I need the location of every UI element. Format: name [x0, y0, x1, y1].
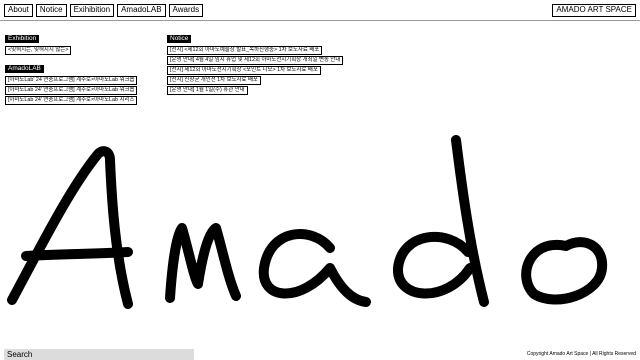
- notice-item[interactable]: [운영 안내] 4월 4일 임시 휴업 및 제12회 아마도전시기획상 개최일 …: [167, 56, 344, 65]
- top-navigation: About Notice Exihibition AmadoLAB Awards: [4, 4, 204, 17]
- exhibition-section: Exhibition <잊혀지는, 잊혀지지 않는>: [5, 27, 137, 55]
- notice-item[interactable]: [운영 안내] 1월 1일(수) 휴관 안내: [167, 86, 248, 95]
- amadolab-item[interactable]: [아마도Lab 24' 연중프로그램] 계주로×아마도Lab 시리즈: [5, 96, 138, 105]
- brand-link[interactable]: AMADO ART SPACE: [552, 4, 636, 17]
- copyright-text: Copyright Amado Art Space | All Rights R…: [526, 351, 636, 357]
- notice-item[interactable]: [전시] 제12회 아마도전시기획상 <포인트 니모> 1차 보도자료 배포: [167, 66, 321, 75]
- nav-notice[interactable]: Notice: [35, 4, 67, 17]
- notice-item[interactable]: [전시] <제12회 아마도예술상 발표_목하진행중> 1차 보도자료 배포: [167, 46, 323, 55]
- left-column: Exhibition <잊혀지는, 잊혀지지 않는> AmadoLAB [아마도…: [5, 27, 138, 107]
- notice-item[interactable]: [전시] 신창균 개인전 1차 보도자료 배포: [167, 76, 261, 85]
- amadolab-item[interactable]: [아마도Lab 24' 연중프로그램] 계주로×아마도Lab 워크숍: [5, 86, 138, 95]
- header-divider: [0, 20, 640, 21]
- exhibition-heading[interactable]: Exhibition: [5, 35, 40, 43]
- notice-section: Notice [전시] <제12회 아마도예술상 발표_목하진행중> 1차 보도…: [167, 27, 344, 95]
- notice-heading[interactable]: Notice: [167, 35, 192, 43]
- search-input[interactable]: Search: [4, 349, 194, 360]
- nav-amadolab[interactable]: AmadoLAB: [117, 4, 166, 17]
- amadolab-section: AmadoLAB [아마도Lab' 24 연중프로그램] 계주로×아마도Lab …: [5, 57, 138, 105]
- amado-logo: [7, 135, 608, 309]
- amadolab-item[interactable]: [아마도Lab' 24 연중프로그램] 계주로×아마도Lab 워크숍: [5, 76, 138, 85]
- nav-about[interactable]: About: [4, 4, 33, 17]
- nav-awards[interactable]: Awards: [168, 4, 204, 17]
- nav-exhibition[interactable]: Exihibition: [69, 4, 115, 17]
- exhibition-item[interactable]: <잊혀지는, 잊혀지지 않는>: [5, 46, 72, 55]
- amadolab-heading[interactable]: AmadoLAB: [5, 65, 44, 73]
